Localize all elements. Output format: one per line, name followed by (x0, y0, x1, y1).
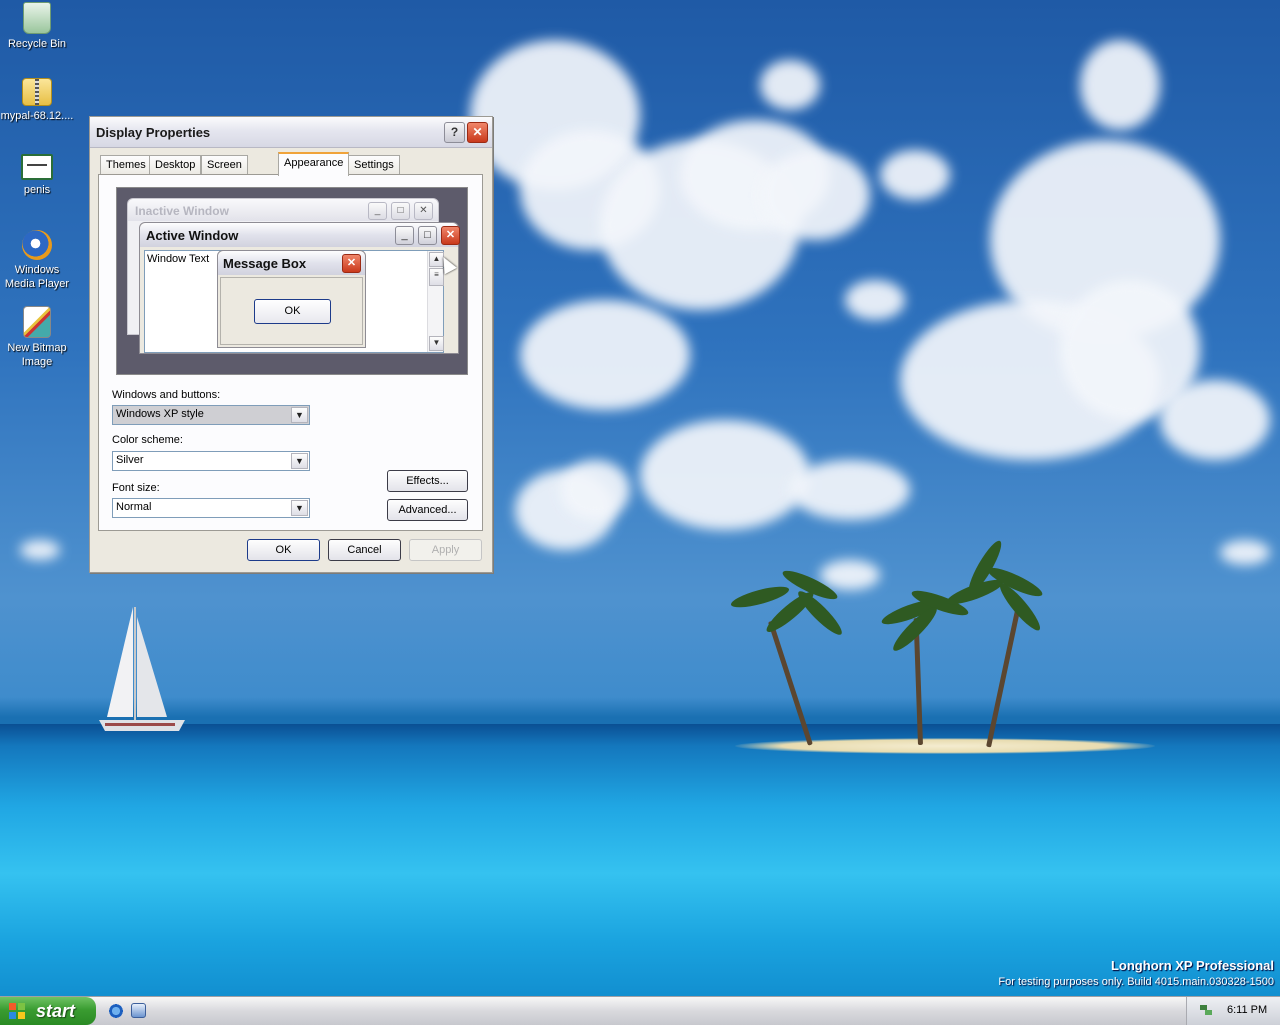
show-desktop-icon[interactable] (131, 1003, 146, 1018)
tab-themes[interactable]: Themes (100, 155, 152, 174)
ok-button[interactable]: OK (247, 539, 320, 561)
icon-label: Recycle Bin (7, 38, 67, 50)
color-scheme-select[interactable]: Silver ▼ (112, 451, 310, 471)
tab-appearance[interactable]: Appearance (278, 152, 350, 176)
icon-label-line1: New Bitmap (7, 342, 67, 354)
bitmap-image-icon (21, 154, 53, 180)
windows-buttons-label: Windows and buttons: (112, 389, 221, 401)
internet-explorer-icon[interactable] (108, 1003, 124, 1019)
close-icon: ✕ (441, 226, 460, 245)
start-button[interactable]: start (0, 997, 96, 1025)
desktop-icon-mypal-zip[interactable]: mypal-68.12.... (0, 78, 74, 123)
chevron-down-icon[interactable]: ▼ (291, 500, 308, 516)
icon-label: penis (23, 184, 51, 196)
color-scheme-label: Color scheme: (112, 434, 183, 446)
preview-active-title: Active Window (146, 228, 239, 243)
sea (0, 724, 1280, 996)
minimize-icon: _ (368, 202, 387, 220)
desktop-icon-penis[interactable]: penis (0, 154, 74, 197)
preview-message-box: Message Box ✕ OK (217, 250, 366, 348)
title-bar[interactable]: Display Properties ? ✕ (90, 117, 492, 148)
recycle-bin-icon (23, 2, 51, 34)
tab-settings[interactable]: Settings (348, 155, 400, 174)
media-player-icon (22, 230, 52, 260)
close-icon: ✕ (342, 254, 361, 273)
desktop-icon-new-bitmap-image[interactable]: New Bitmap Image (0, 306, 74, 369)
preview-ok-button: OK (254, 299, 331, 324)
cancel-button[interactable]: Cancel (328, 539, 401, 561)
display-properties-window: Display Properties ? ✕ Themes Desktop Sc… (89, 116, 493, 573)
windows-buttons-value: Windows XP style (116, 408, 204, 420)
taskbar: start 6:11 PM (0, 996, 1280, 1025)
zip-folder-icon (22, 78, 52, 106)
appearance-panel: Inactive Window _ □ ✕ Active Window _ □ … (98, 174, 483, 531)
color-scheme-value: Silver (116, 454, 144, 466)
effects-button[interactable]: Effects... (387, 470, 468, 492)
icon-label-line2: Media Player (4, 278, 70, 290)
windows-logo-icon (9, 1003, 25, 1019)
close-icon: ✕ (414, 202, 433, 220)
windows-buttons-select[interactable]: Windows XP style ▼ (112, 405, 310, 425)
font-size-value: Normal (116, 501, 152, 513)
apply-button[interactable]: Apply (409, 539, 482, 561)
desktop-icon-recycle-bin[interactable]: Recycle Bin (0, 2, 74, 51)
maximize-icon: □ (391, 202, 410, 220)
font-size-select[interactable]: Normal ▼ (112, 498, 310, 518)
preview-message-title: Message Box (223, 256, 307, 271)
sailboat (99, 607, 185, 731)
preview-inactive-title: Inactive Window (135, 204, 229, 218)
advanced-button[interactable]: Advanced... (387, 499, 468, 521)
tab-desktop[interactable]: Desktop (149, 155, 202, 174)
preview-window-text: Window Text (147, 253, 210, 265)
scroll-down-icon: ▼ (429, 336, 444, 351)
minimize-icon: _ (395, 226, 414, 245)
chevron-down-icon[interactable]: ▼ (291, 453, 308, 469)
icon-label: mypal-68.12.... (0, 110, 74, 122)
desktop-icon-windows-media-player[interactable]: Windows Media Player (0, 230, 74, 291)
start-label: start (36, 1001, 76, 1021)
paint-image-icon (23, 306, 51, 338)
build-watermark-title: Longhorn XP Professional (1110, 958, 1274, 973)
tab-screen-saver[interactable]: Screen Saver (201, 155, 248, 189)
island (735, 738, 1155, 754)
font-size-label: Font size: (112, 482, 160, 494)
build-watermark-subtitle: For testing purposes only. Build 4015.ma… (998, 976, 1274, 988)
system-tray: 6:11 PM (1186, 997, 1280, 1025)
network-icon[interactable] (1199, 1003, 1213, 1017)
clock[interactable]: 6:11 PM (1227, 1004, 1267, 1016)
window-title: Display Properties (96, 125, 211, 140)
chevron-down-icon[interactable]: ▼ (291, 407, 308, 423)
close-button[interactable]: ✕ (467, 122, 488, 143)
maximize-icon: □ (418, 226, 437, 245)
icon-label-line2: Image (21, 356, 53, 368)
appearance-preview: Inactive Window _ □ ✕ Active Window _ □ … (116, 187, 468, 375)
icon-label-line1: Windows (14, 264, 60, 276)
help-button[interactable]: ? (444, 122, 465, 143)
